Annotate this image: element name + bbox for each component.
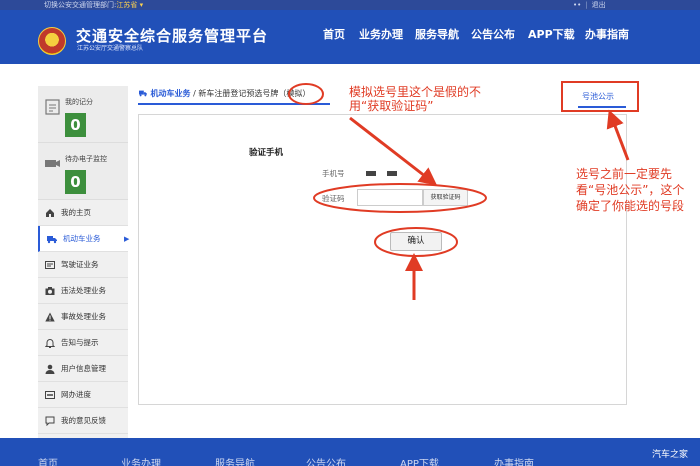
verification-code-input[interactable] <box>357 189 423 206</box>
annotation-fake-code-note: 模拟选号里这个是假的不用“获取验证码” <box>349 85 482 113</box>
points-count: 0 <box>65 113 86 137</box>
sidebar-item-label: 我的意见反馈 <box>61 416 106 425</box>
region-switcher[interactable]: 切换公安交通管理部门:江苏省 ▾ <box>44 0 143 10</box>
get-code-button[interactable]: 获取验证码 <box>423 189 468 206</box>
police-emblem-logo <box>38 27 66 55</box>
truck-icon <box>139 90 147 97</box>
phone-label: 手机号 <box>322 169 345 178</box>
sidebar-item-label: 网办进度 <box>61 390 91 399</box>
footer-nav-announcements[interactable]: 公告公布 <box>306 455 346 466</box>
progress-icon <box>45 391 55 399</box>
breadcrumb-page: 新车注册登记预选号牌 <box>198 89 279 98</box>
bell-icon <box>45 339 55 348</box>
feedback-icon <box>45 416 55 426</box>
site-subtitle: 江苏公安厅交通警察总队 <box>77 45 144 52</box>
tab-underline <box>578 106 626 108</box>
code-label: 验证码 <box>322 194 345 203</box>
sidebar-item-label: 违法处理业务 <box>61 286 106 295</box>
sidebar-item-label: 机动车业务 <box>63 234 101 243</box>
tab-number-pool[interactable]: 号池公示 <box>582 91 614 102</box>
nav-home[interactable]: 首页 <box>323 26 345 42</box>
region-value[interactable]: 江苏省 ▾ <box>116 1 143 9</box>
sidebar-item-label: 事故处理业务 <box>61 312 106 321</box>
footer-nav-service-guide[interactable]: 服务导航 <box>215 455 255 466</box>
breadcrumb-section[interactable]: 机动车业务 <box>151 89 191 98</box>
home-icon <box>46 209 54 217</box>
form-title: 验证手机 <box>249 148 284 158</box>
confirm-button[interactable]: 确认 <box>390 232 442 251</box>
stat-label: 我的记分 <box>65 98 93 106</box>
stat-pending-monitoring[interactable]: 待办电子监控 0 <box>38 143 128 200</box>
sidebar-item-notice[interactable]: 告知与提示 <box>38 330 128 356</box>
masked-phone-part <box>366 171 376 176</box>
warning-icon <box>45 312 55 322</box>
clipboard-icon <box>45 99 60 115</box>
license-card-icon <box>45 261 55 269</box>
sidebar-item-progress[interactable]: 网办进度 <box>38 382 128 408</box>
nav-guide[interactable]: 办事指南 <box>585 26 629 42</box>
breadcrumb: 机动车业务 / 新车注册登记预选号牌（模拟） <box>138 88 310 99</box>
username[interactable]: •• <box>573 1 581 9</box>
sidebar-item-home[interactable]: 我的主页 <box>38 200 128 226</box>
breadcrumb-tag: （模拟） <box>278 89 311 98</box>
nav-service-guide[interactable]: 服务导航 <box>415 26 459 42</box>
divider: | <box>585 1 588 9</box>
region-label: 切换公安交通管理部门: <box>44 1 117 9</box>
sidebar-item-label: 用户信息管理 <box>61 364 106 373</box>
camera-icon <box>45 287 55 295</box>
logout-link[interactable]: 退出 <box>592 1 606 9</box>
user-links: •• | 退出 <box>573 0 606 10</box>
sidebar-item-label: 驾驶证业务 <box>61 260 99 269</box>
footer-nav-app-download[interactable]: APP下载 <box>400 455 439 466</box>
sidebar-item-violation[interactable]: 违法处理业务 <box>38 278 128 304</box>
breadcrumb-separator: / <box>193 89 196 98</box>
site-header: 交通安全综合服务管理平台 江苏公安厅交通警察总队 首页 业务办理 服务导航 公告… <box>0 10 700 64</box>
user-icon <box>45 364 55 374</box>
monitoring-count: 0 <box>65 170 86 194</box>
masked-phone-part <box>387 171 397 176</box>
sidebar-item-user-info[interactable]: 用户信息管理 <box>38 356 128 382</box>
sidebar: 我的记分 0 待办电子监控 0 我的主页 机动车业务 ▶ 驾驶证业务 违法处理业… <box>38 86 130 438</box>
nav-business[interactable]: 业务办理 <box>359 26 403 42</box>
camera-icon <box>45 160 60 167</box>
breadcrumb-underline <box>138 103 330 105</box>
site-footer: 首页 业务办理 服务导航 公告公布 APP下载 办事指南 <box>0 438 700 466</box>
footer-nav-guide[interactable]: 办事指南 <box>494 455 534 466</box>
top-utility-bar: 切换公安交通管理部门:江苏省 ▾ •• | 退出 <box>0 0 700 10</box>
sidebar-item-accident[interactable]: 事故处理业务 <box>38 304 128 330</box>
chevron-right-icon: ▶ <box>124 235 130 243</box>
verification-card <box>138 114 627 405</box>
footer-nav-home[interactable]: 首页 <box>38 455 58 466</box>
sidebar-item-label: 告知与提示 <box>61 338 99 347</box>
sidebar-item-feedback[interactable]: 我的意见反馈 <box>38 408 128 434</box>
sidebar-item-vehicle[interactable]: 机动车业务 ▶ <box>38 226 130 252</box>
annotation-pool-note: 选号之前一定要先看“号池公示”，这个确定了你能选的号段 <box>576 167 685 213</box>
footer-nav-business[interactable]: 业务办理 <box>121 455 161 466</box>
nav-app-download[interactable]: APP下载 <box>528 26 575 42</box>
watermark: 汽车之家 <box>652 450 689 460</box>
stat-label: 待办电子监控 <box>65 155 107 163</box>
sidebar-item-license[interactable]: 驾驶证业务 <box>38 252 128 278</box>
sidebar-item-label: 我的主页 <box>61 208 91 217</box>
nav-announcements[interactable]: 公告公布 <box>471 26 515 42</box>
truck-icon <box>47 236 57 244</box>
stat-my-points[interactable]: 我的记分 0 <box>38 86 128 143</box>
